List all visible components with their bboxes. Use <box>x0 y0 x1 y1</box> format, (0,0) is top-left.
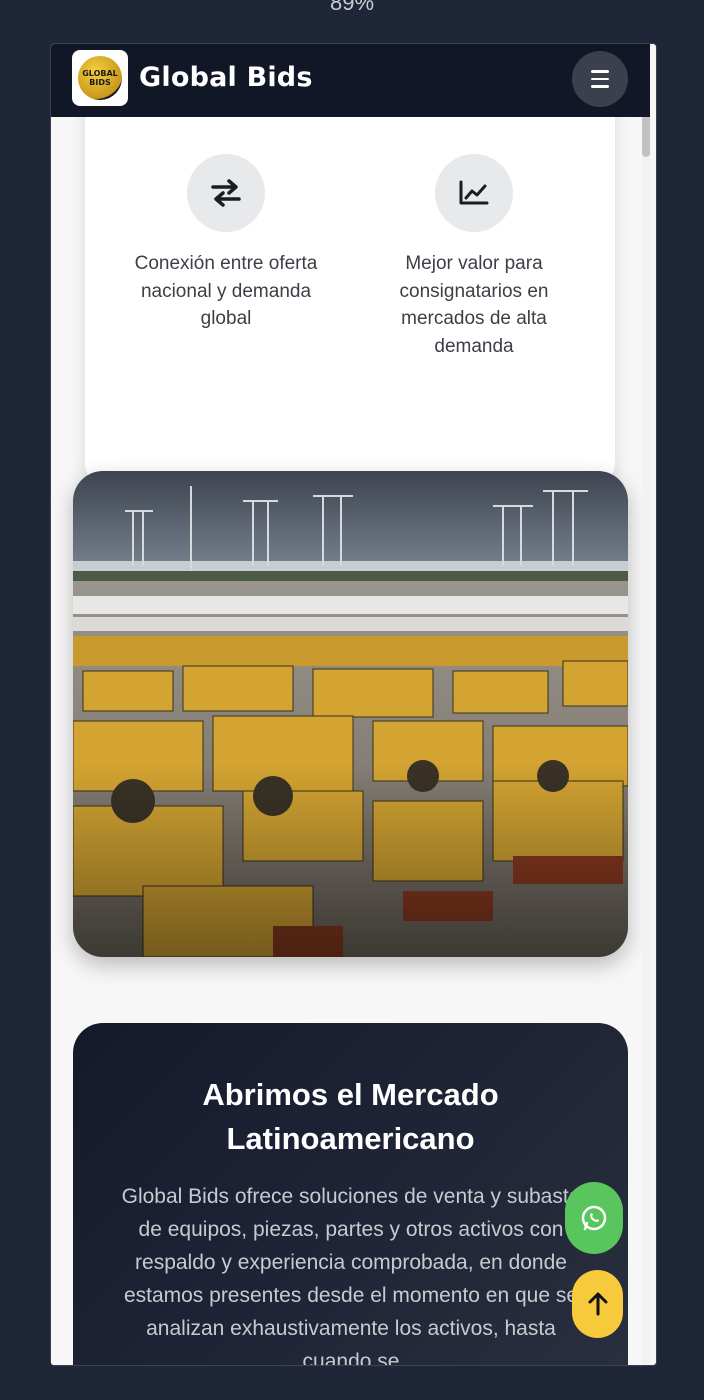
brand-logo[interactable]: GLOBAL BIDS <box>72 50 128 106</box>
feature-connection-text: Conexión entre oferta nacional y demanda… <box>134 253 318 329</box>
scrollbar-track[interactable] <box>642 117 650 1365</box>
arrow-up-icon <box>588 1292 607 1316</box>
globe-logo-icon: GLOBAL BIDS <box>78 56 122 100</box>
swap-arrows-icon <box>187 154 265 232</box>
zoom-label: 89% <box>329 0 375 15</box>
market-title-line1: Abrimos el Mercado <box>202 1077 499 1112</box>
scrollbar-thumb[interactable] <box>642 117 650 157</box>
hamburger-icon <box>591 68 609 91</box>
trend-chart-icon <box>435 154 513 232</box>
feature-value-text: Mejor valor para consignatarios en merca… <box>399 253 549 357</box>
menu-button[interactable] <box>572 51 628 107</box>
feature-connection: Conexión entre oferta nacional y demanda… <box>116 154 336 333</box>
mobile-viewport: Conexión entre oferta nacional y demanda… <box>50 43 657 1366</box>
logo-text: GLOBAL BIDS <box>82 69 118 87</box>
market-title-line2: Latinoamericano <box>226 1121 475 1156</box>
whatsapp-button[interactable] <box>565 1182 623 1254</box>
whatsapp-icon <box>581 1205 607 1231</box>
market-section: Abrimos el Mercado Latinoamericano Globa… <box>73 1023 628 1366</box>
market-body: Global Bids ofrece soluciones de venta y… <box>121 1185 581 1366</box>
equipment-yard-photo <box>73 471 628 957</box>
navbar: GLOBAL BIDS Global Bids <box>51 44 650 117</box>
feature-value: Mejor valor para consignatarios en merca… <box>364 154 584 360</box>
page-content: Conexión entre oferta nacional y demanda… <box>51 117 650 1366</box>
features-card: Conexión entre oferta nacional y demanda… <box>85 117 615 489</box>
brand-name[interactable]: Global Bids <box>139 62 313 93</box>
market-title: Abrimos el Mercado Latinoamericano <box>73 1073 628 1161</box>
scroll-top-button[interactable] <box>572 1270 623 1338</box>
